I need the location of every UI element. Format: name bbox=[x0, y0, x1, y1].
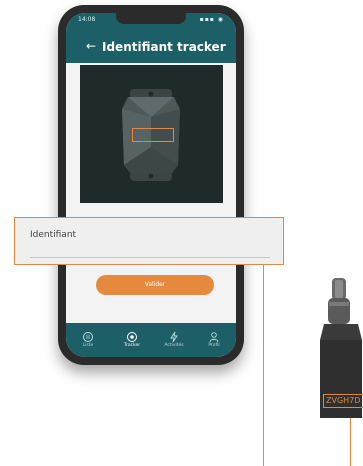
phone-notch bbox=[116, 13, 186, 24]
nav-item-profil[interactable]: Profil bbox=[196, 328, 232, 348]
device-connector-line bbox=[350, 418, 351, 466]
phone-mockup: 14:08 ▪▪▪ ◉ ← Identifiant tracker Valide… bbox=[58, 5, 244, 365]
tracker-id-highlight bbox=[132, 128, 174, 142]
status-time: 14:08 bbox=[78, 16, 96, 23]
nav-label-tracker: Tracker bbox=[123, 343, 141, 348]
identifiant-label: Identifiant bbox=[30, 230, 77, 240]
validate-button[interactable]: Valider bbox=[96, 275, 214, 295]
app-screen: 14:08 ▪▪▪ ◉ ← Identifiant tracker Valide… bbox=[66, 13, 236, 357]
page-title: Identifiant tracker bbox=[102, 40, 226, 54]
nav-label-activites: Activités bbox=[164, 343, 184, 348]
nav-label-profil: Profil bbox=[208, 343, 220, 348]
list-icon bbox=[70, 328, 106, 342]
tracker-illustration bbox=[80, 65, 223, 203]
tracker-icon bbox=[114, 328, 150, 342]
person-icon bbox=[196, 328, 232, 343]
bottom-nav: Liste Tracker Activités Profil bbox=[66, 323, 236, 357]
nav-item-activites[interactable]: Activités bbox=[156, 328, 192, 348]
callout-connector-line bbox=[263, 265, 264, 466]
back-arrow-icon[interactable]: ← bbox=[86, 40, 96, 52]
nav-item-tracker[interactable]: Tracker bbox=[114, 328, 150, 348]
nav-item-liste[interactable]: Liste bbox=[70, 328, 106, 348]
nav-label-liste: Liste bbox=[82, 343, 94, 348]
identifiant-underline bbox=[30, 257, 270, 258]
identifiant-field[interactable]: Identifiant bbox=[14, 217, 284, 265]
device-serial-highlight: ZVGH7D bbox=[323, 394, 363, 408]
status-icons: ▪▪▪ ◉ bbox=[199, 16, 224, 23]
activity-icon bbox=[156, 328, 192, 343]
